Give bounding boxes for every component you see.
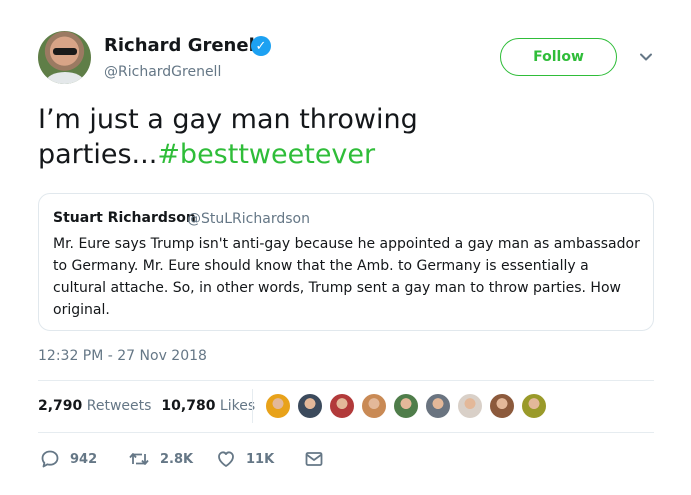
quoted-tweet-text: Mr. Eure says Trump isn't anti-gay becau… [53,236,640,318]
envelope-icon [305,452,323,466]
liker-avatar[interactable] [361,393,387,419]
tweet-text: I’m just a gay man throwing parties...#b… [38,102,638,172]
liker-avatar[interactable] [489,393,515,419]
tweet-card: Richard Grenell ✓ @RichardGrenell Follow… [0,0,691,495]
like-button[interactable]: 11K [216,448,274,470]
quoted-tweet[interactable]: Stuart Richardson @StuLRichardson Mr. Eu… [38,193,654,331]
tweet-stats: 2,790 Retweets 10,780 Likes [38,398,255,414]
heart-icon [218,451,234,467]
liker-avatar[interactable] [457,393,483,419]
quoted-author-handle: @StuLRichardson [187,211,310,227]
retweets-count: 2,790 [38,398,83,414]
retweet-button[interactable]: 2.8K [128,448,193,470]
author-avatar[interactable] [38,31,91,84]
verified-badge-icon: ✓ [251,36,271,56]
stats-separator [252,389,253,423]
author-handle[interactable]: @RichardGrenell [104,64,221,80]
chevron-down-icon[interactable] [638,49,654,65]
liker-avatar[interactable] [297,393,323,419]
quoted-author-name: Stuart Richardson [53,210,196,226]
retweet-count: 2.8K [160,451,194,467]
avatar-shirt [46,72,84,84]
likes-label: Likes [219,398,256,414]
like-count: 11K [246,451,275,467]
likes-stat[interactable]: 10,780 Likes [161,398,255,414]
reply-icon [41,450,59,468]
hashtag-link[interactable]: #besttweetever [157,139,375,170]
tweet-actions: 942 2.8K 11K [38,448,338,470]
follow-button[interactable]: Follow [500,38,617,76]
reply-count: 942 [70,451,98,467]
divider [38,380,654,381]
liker-avatar[interactable] [393,393,419,419]
retweets-stat[interactable]: 2,790 Retweets [38,398,151,414]
liker-avatar[interactable] [329,393,355,419]
author-display-name[interactable]: Richard Grenell [104,35,261,56]
reply-button[interactable]: 942 [40,448,97,470]
retweets-label: Retweets [86,398,152,414]
liker-avatar[interactable] [521,393,547,419]
direct-message-button[interactable] [304,448,334,470]
retweet-icon [129,453,149,465]
likes-count: 10,780 [161,398,216,414]
avatar-sunglasses [53,48,77,55]
liker-avatar[interactable] [425,393,451,419]
tweet-timestamp[interactable]: 12:32 PM - 27 Nov 2018 [38,348,207,364]
divider [38,432,654,433]
liker-avatar[interactable] [265,393,291,419]
